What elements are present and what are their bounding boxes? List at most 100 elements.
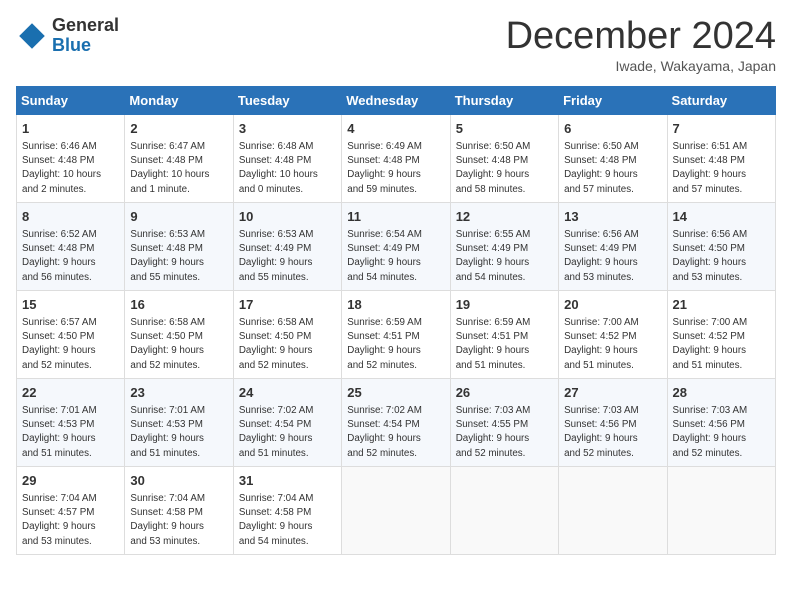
month-title: December 2024 (506, 16, 776, 58)
day-info: Sunrise: 7:03 AMSunset: 4:56 PMDaylight:… (564, 404, 661, 461)
calendar-cell: 15 Sunrise: 6:57 AMSunset: 4:50 PMDayligh… (17, 290, 125, 378)
day-info: Sunrise: 6:50 AMSunset: 4:48 PMDaylight:… (564, 140, 661, 197)
calendar-cell: 31Sunrise: 7:04 AMSunset: 4:58 PMDayligh… (233, 466, 341, 554)
day-info: Sunrise: 6:57 AMSunset: 4:50 PMDaylight:… (22, 316, 119, 373)
calendar-week-2: 8 Sunrise: 6:52 AMSunset: 4:48 PMDaylight… (17, 202, 776, 290)
calendar-cell: 6Sunrise: 6:50 AMSunset: 4:48 PMDaylight… (559, 114, 667, 202)
day-info: Sunrise: 7:04 AMSunset: 4:58 PMDaylight:… (130, 492, 227, 549)
calendar-cell: 1Sunrise: 6:46 AMSunset: 4:48 PMDaylight… (17, 114, 125, 202)
page-header: General Blue December 2024 Iwade, Wakaya… (16, 16, 776, 74)
calendar-cell (450, 466, 558, 554)
calendar-cell: 7 Sunrise: 6:51 AMSunset: 4:48 PMDaylight… (667, 114, 775, 202)
day-info: Sunrise: 6:51 AMSunset: 4:48 PMDaylight:… (673, 140, 770, 197)
day-number: 21 (673, 296, 770, 314)
day-info: Sunrise: 6:48 AMSunset: 4:48 PMDaylight:… (239, 140, 336, 197)
day-number: 10 (239, 208, 336, 226)
day-number: 5 (456, 120, 553, 138)
day-number: 9 (130, 208, 227, 226)
day-number: 15 (22, 296, 119, 314)
day-number: 22 (22, 384, 119, 402)
day-number: 17 (239, 296, 336, 314)
calendar-week-1: 1Sunrise: 6:46 AMSunset: 4:48 PMDaylight… (17, 114, 776, 202)
day-info: Sunrise: 6:53 AMSunset: 4:48 PMDaylight:… (130, 228, 227, 285)
day-number: 1 (22, 120, 119, 138)
day-number: 3 (239, 120, 336, 138)
calendar-cell: 8 Sunrise: 6:52 AMSunset: 4:48 PMDaylight… (17, 202, 125, 290)
calendar-cell: 21 Sunrise: 7:00 AMSunset: 4:52 PMDayligh… (667, 290, 775, 378)
day-number: 8 (22, 208, 119, 226)
day-number: 26 (456, 384, 553, 402)
day-info: Sunrise: 6:54 AMSunset: 4:49 PMDaylight:… (347, 228, 444, 285)
calendar-cell: 9 Sunrise: 6:53 AMSunset: 4:48 PMDaylight… (125, 202, 233, 290)
day-number: 24 (239, 384, 336, 402)
calendar-week-5: 29 Sunrise: 7:04 AMSunset: 4:57 PMDayligh… (17, 466, 776, 554)
day-number: 30 (130, 472, 227, 490)
calendar-table: SundayMondayTuesdayWednesdayThursdayFrid… (16, 86, 776, 555)
day-info: Sunrise: 6:56 AMSunset: 4:50 PMDaylight:… (673, 228, 770, 285)
day-number: 11 (347, 208, 444, 226)
calendar-cell: 2 Sunrise: 6:47 AMSunset: 4:48 PMDaylight… (125, 114, 233, 202)
calendar-cell: 23Sunrise: 7:01 AMSunset: 4:53 PMDayligh… (125, 378, 233, 466)
calendar-cell: 27 Sunrise: 7:03 AMSunset: 4:56 PMDayligh… (559, 378, 667, 466)
calendar-cell: 12 Sunrise: 6:55 AMSunset: 4:49 PMDayligh… (450, 202, 558, 290)
day-info: Sunrise: 6:50 AMSunset: 4:48 PMDaylight:… (456, 140, 553, 197)
day-number: 23 (130, 384, 227, 402)
day-info: Sunrise: 7:02 AMSunset: 4:54 PMDaylight:… (239, 404, 336, 461)
calendar-cell: 29 Sunrise: 7:04 AMSunset: 4:57 PMDayligh… (17, 466, 125, 554)
day-of-week-tuesday: Tuesday (233, 86, 341, 114)
calendar-cell: 4Sunrise: 6:49 AMSunset: 4:48 PMDaylight… (342, 114, 450, 202)
day-info: Sunrise: 7:00 AMSunset: 4:52 PMDaylight:… (673, 316, 770, 373)
calendar-week-4: 22 Sunrise: 7:01 AMSunset: 4:53 PMDayligh… (17, 378, 776, 466)
day-number: 2 (130, 120, 227, 138)
calendar-cell: 11 Sunrise: 6:54 AMSunset: 4:49 PMDayligh… (342, 202, 450, 290)
day-info: Sunrise: 6:56 AMSunset: 4:49 PMDaylight:… (564, 228, 661, 285)
day-of-week-friday: Friday (559, 86, 667, 114)
day-info: Sunrise: 7:04 AMSunset: 4:57 PMDaylight:… (22, 492, 119, 549)
calendar-cell: 22 Sunrise: 7:01 AMSunset: 4:53 PMDayligh… (17, 378, 125, 466)
day-info: Sunrise: 6:59 AMSunset: 4:51 PMDaylight:… (456, 316, 553, 373)
day-number: 13 (564, 208, 661, 226)
day-of-week-monday: Monday (125, 86, 233, 114)
logo-text: General Blue (52, 16, 119, 56)
calendar-cell: 10 Sunrise: 6:53 AMSunset: 4:49 PMDayligh… (233, 202, 341, 290)
day-info: Sunrise: 6:47 AMSunset: 4:48 PMDaylight:… (130, 140, 227, 197)
day-header-row: SundayMondayTuesdayWednesdayThursdayFrid… (17, 86, 776, 114)
logo-icon (16, 20, 48, 52)
location-subtitle: Iwade, Wakayama, Japan (506, 58, 776, 74)
calendar-cell: 24 Sunrise: 7:02 AMSunset: 4:54 PMDayligh… (233, 378, 341, 466)
day-number: 14 (673, 208, 770, 226)
day-info: Sunrise: 7:02 AMSunset: 4:54 PMDaylight:… (347, 404, 444, 461)
day-info: Sunrise: 6:52 AMSunset: 4:48 PMDaylight:… (22, 228, 119, 285)
day-info: Sunrise: 7:00 AMSunset: 4:52 PMDaylight:… (564, 316, 661, 373)
calendar-cell: 14 Sunrise: 6:56 AMSunset: 4:50 PMDayligh… (667, 202, 775, 290)
calendar-cell: 26 Sunrise: 7:03 AMSunset: 4:55 PMDayligh… (450, 378, 558, 466)
day-number: 7 (673, 120, 770, 138)
day-info: Sunrise: 7:01 AMSunset: 4:53 PMDaylight:… (22, 404, 119, 461)
calendar-cell: 20Sunrise: 7:00 AMSunset: 4:52 PMDayligh… (559, 290, 667, 378)
calendar-header: SundayMondayTuesdayWednesdayThursdayFrid… (17, 86, 776, 114)
day-of-week-saturday: Saturday (667, 86, 775, 114)
day-info: Sunrise: 7:03 AMSunset: 4:55 PMDaylight:… (456, 404, 553, 461)
day-number: 4 (347, 120, 444, 138)
day-info: Sunrise: 6:55 AMSunset: 4:49 PMDaylight:… (456, 228, 553, 285)
calendar-cell: 28 Sunrise: 7:03 AMSunset: 4:56 PMDayligh… (667, 378, 775, 466)
calendar-cell: 18Sunrise: 6:59 AMSunset: 4:51 PMDayligh… (342, 290, 450, 378)
calendar-cell: 19 Sunrise: 6:59 AMSunset: 4:51 PMDayligh… (450, 290, 558, 378)
day-info: Sunrise: 7:03 AMSunset: 4:56 PMDaylight:… (673, 404, 770, 461)
day-number: 29 (22, 472, 119, 490)
day-info: Sunrise: 6:53 AMSunset: 4:49 PMDaylight:… (239, 228, 336, 285)
title-block: December 2024 Iwade, Wakayama, Japan (506, 16, 776, 74)
day-info: Sunrise: 7:04 AMSunset: 4:58 PMDaylight:… (239, 492, 336, 549)
day-of-week-wednesday: Wednesday (342, 86, 450, 114)
calendar-body: 1Sunrise: 6:46 AMSunset: 4:48 PMDaylight… (17, 114, 776, 554)
calendar-week-3: 15 Sunrise: 6:57 AMSunset: 4:50 PMDayligh… (17, 290, 776, 378)
day-number: 19 (456, 296, 553, 314)
day-of-week-sunday: Sunday (17, 86, 125, 114)
calendar-cell: 17Sunrise: 6:58 AMSunset: 4:50 PMDayligh… (233, 290, 341, 378)
day-number: 12 (456, 208, 553, 226)
logo: General Blue (16, 16, 119, 56)
day-number: 28 (673, 384, 770, 402)
day-number: 27 (564, 384, 661, 402)
logo-blue: Blue (52, 36, 119, 56)
calendar-cell (342, 466, 450, 554)
